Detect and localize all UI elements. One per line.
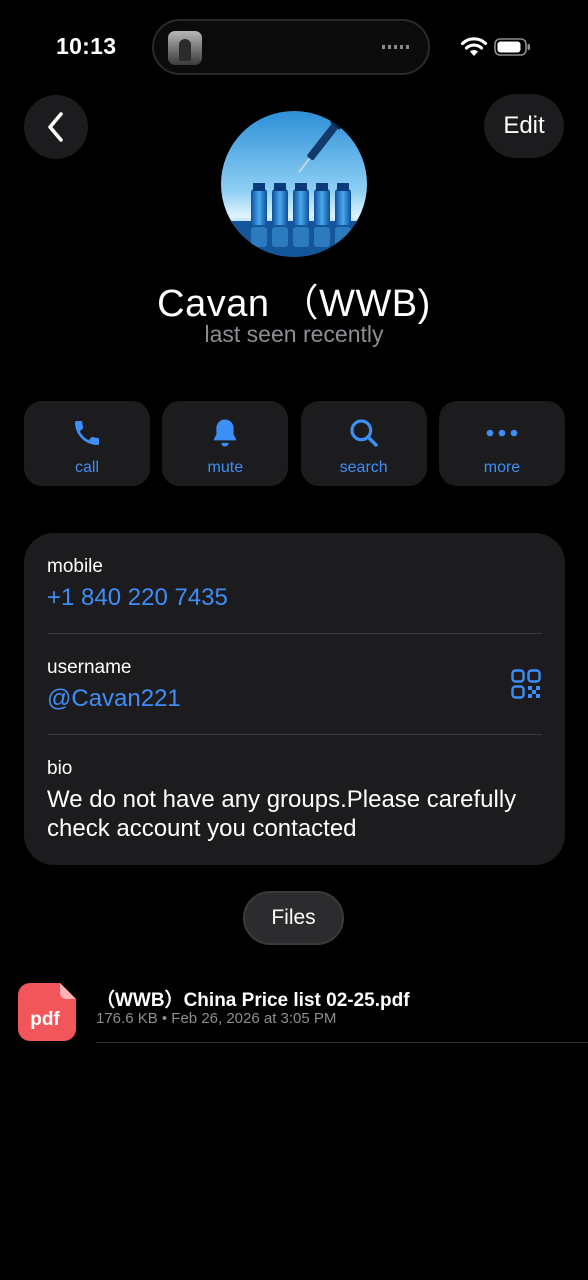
bell-icon — [214, 419, 237, 447]
more-label: more — [483, 459, 521, 476]
divider — [47, 633, 542, 634]
bio-text: We do not have any groups.Please careful… — [47, 786, 517, 842]
last-seen-status: last seen recently — [204, 321, 384, 347]
call-label: call — [74, 459, 99, 476]
avatar[interactable] — [221, 111, 367, 257]
contact-info-card: mobile +1 840 220 7435 username @Cavan22… — [24, 533, 565, 865]
search-button[interactable]: search — [300, 401, 427, 486]
media-thumbnail — [168, 31, 202, 65]
mobile-number[interactable]: +1 840 220 7435 — [47, 584, 228, 612]
bio-label: bio — [47, 758, 73, 779]
action-buttons: call mute search more — [24, 401, 565, 486]
pdf-file-icon[interactable]: pdf — [18, 983, 76, 1041]
edit-button[interactable]: Edit — [484, 94, 564, 158]
files-tab[interactable]: Files — [243, 891, 344, 945]
vials-avatar-image — [221, 111, 367, 257]
dynamic-island[interactable] — [152, 19, 430, 75]
mute-button[interactable]: mute — [162, 401, 289, 486]
mobile-label: mobile — [47, 556, 103, 577]
chevron-left-icon — [48, 112, 63, 142]
back-button[interactable] — [24, 95, 88, 159]
wifi-icon — [460, 37, 488, 56]
divider — [96, 1042, 588, 1043]
more-button[interactable]: more — [438, 401, 565, 486]
battery-icon — [494, 38, 530, 56]
qr-code-icon[interactable] — [511, 669, 541, 699]
search-icon — [350, 419, 378, 447]
search-label: search — [339, 459, 388, 476]
more-icon — [486, 429, 518, 437]
call-button[interactable]: call — [24, 401, 150, 486]
file-name[interactable]: （WWB）China Price list 02-25.pdf — [96, 985, 410, 1012]
username-value[interactable]: @Cavan221 — [47, 685, 181, 713]
audio-waveform-icon — [382, 45, 412, 49]
phone-icon — [75, 421, 99, 445]
pdf-icon-text: pdf — [30, 1009, 60, 1030]
profile-name: Cavan （WWB) — [157, 283, 431, 325]
file-meta: 176.6 KB • Feb 26, 2026 at 3:05 PM — [96, 1010, 337, 1027]
divider — [47, 734, 542, 735]
username-label: username — [47, 657, 132, 678]
status-time: 10:13 — [56, 33, 117, 59]
mute-label: mute — [207, 459, 244, 476]
